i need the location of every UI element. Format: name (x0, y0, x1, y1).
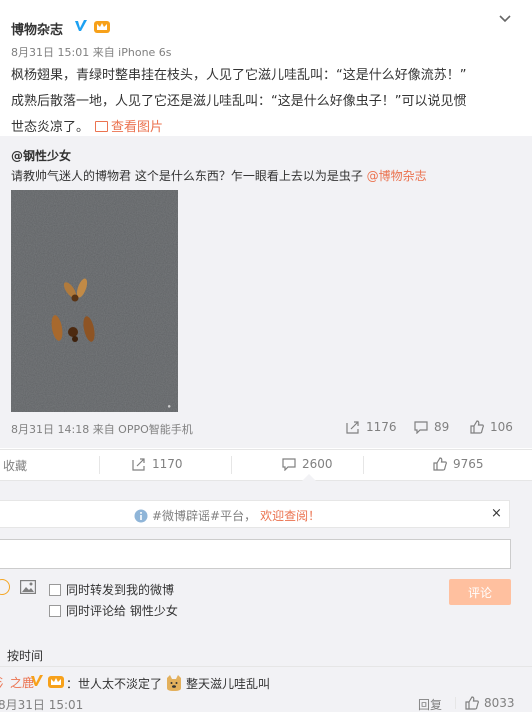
option-forward[interactable]: 同时转发到我的微博 (49, 581, 174, 598)
divider (231, 456, 232, 474)
svg-text:●: ● (167, 404, 171, 410)
rumor-notice-prefix[interactable]: #微博辟谣#平台， (152, 507, 256, 524)
thumbs-up-icon (465, 696, 479, 710)
thumbs-up-icon (433, 457, 447, 471)
samara-seeds-illustration: ● (11, 190, 178, 412)
comment-time: 8月31日 15:01 (0, 698, 84, 712)
sort-by-time[interactable]: 按时间 (7, 647, 43, 664)
comment-text-b: 整天滋儿哇乱叫 (186, 676, 271, 691)
thumbs-up-icon (470, 420, 484, 434)
rumor-notice-text: #微博辟谣#平台， 欢迎查阅！ (134, 507, 320, 524)
doge-emoji-icon (167, 675, 182, 691)
view-picture-link[interactable]: 查看图片 (89, 120, 163, 135)
verified-badge-icon (75, 20, 87, 31)
retweet-photo[interactable]: ● (11, 190, 178, 412)
forward-icon (346, 421, 359, 434)
close-icon[interactable]: × (491, 506, 502, 521)
comment-count: 2600 (302, 457, 333, 471)
favorite-label: 收藏 (3, 459, 28, 473)
like-count: 9765 (453, 457, 484, 471)
image-upload-icon[interactable] (20, 580, 36, 594)
like-button[interactable]: 9765 (433, 457, 484, 471)
retweet-forward-button[interactable]: 1176 (346, 420, 397, 434)
divider (455, 697, 456, 709)
reply-label: 回复 (418, 698, 443, 712)
favorite-button[interactable]: 收藏 (3, 457, 27, 474)
forward-checkbox[interactable] (49, 583, 61, 596)
comment-icon (282, 458, 296, 471)
comment-input[interactable] (0, 539, 511, 569)
comment-button[interactable]: 2600 (282, 457, 333, 471)
comment-text-a: ：世人太不淡定了 (66, 676, 163, 691)
post-text-line: 成熟后散落一地，人见了它还是滋儿哇乱叫：“这是什么好像虫子！”可以说见惯 (11, 94, 467, 109)
vip-crown-icon[interactable] (93, 18, 111, 34)
forward-icon (132, 458, 145, 471)
comment-like-count: 8033 (484, 696, 515, 710)
picture-icon (95, 121, 109, 132)
post-text: 枫杨翅果，青绿时整串挂在枝头，人见了它滋儿哇乱叫：“这是什么好像流苏！” 成熟后… (11, 63, 516, 141)
comment-icon (414, 421, 428, 434)
retweet-like-button[interactable]: 106 (470, 420, 513, 434)
verified-badge-icon (31, 675, 43, 686)
retweet-forward-count: 1176 (366, 420, 397, 434)
post-text-line: 枫杨翅果，青绿时整串挂在枝头，人见了它滋儿哇乱叫：“这是什么好像流苏！” (11, 68, 467, 83)
comment-text: ：世人太不淡定了 整天滋儿哇乱叫 (66, 674, 270, 692)
comment-caret (302, 474, 316, 481)
reply-button[interactable]: 回复 (418, 696, 442, 712)
option-forward-label: 同时转发到我的微博 (66, 583, 175, 597)
post-author-name[interactable]: 博物杂志 (11, 19, 63, 38)
option-comment[interactable]: 同时评论给 钢性少女 (49, 602, 178, 619)
retweet-text-body: 请教帅气迷人的博物君 这个是什么东西？乍一眼看上去以为是虫子 (11, 169, 367, 183)
rumor-notice-link[interactable]: 欢迎查阅！ (260, 507, 320, 524)
forward-count: 1170 (152, 457, 183, 471)
mention-link[interactable]: @博物杂志 (367, 169, 427, 183)
view-picture-label: 查看图片 (111, 120, 164, 135)
chevron-down-icon[interactable] (496, 10, 514, 28)
divider (363, 456, 364, 474)
retweet-text: 请教帅气迷人的博物君 这个是什么东西？乍一眼看上去以为是虫子 @博物杂志 (11, 167, 427, 184)
commenter-name[interactable]: 氵之鹿 (0, 674, 34, 691)
option-comment-label: 同时评论给 钢性少女 (66, 604, 178, 618)
post-meta: 8月31日 15:01 来自 iPhone 6s (11, 46, 172, 59)
retweet-author[interactable]: @钢性少女 (11, 147, 71, 164)
retweet-like-count: 106 (490, 420, 513, 434)
forward-button[interactable]: 1170 (132, 457, 183, 471)
retweet-meta: 8月31日 14:18 来自 OPPO智能手机 (11, 423, 193, 436)
divider (99, 456, 100, 474)
post-text-tail: 世态炎凉了。 (11, 120, 90, 135)
divider (0, 666, 532, 667)
comment-checkbox[interactable] (49, 604, 61, 617)
comment-like-button[interactable]: 8033 (465, 696, 515, 710)
vip-crown-icon[interactable] (47, 673, 65, 689)
info-icon (134, 509, 148, 522)
retweet-comment-count: 89 (434, 420, 450, 434)
submit-comment-button[interactable]: 评论 (449, 579, 511, 605)
retweet-comment-button[interactable]: 89 (414, 420, 449, 434)
